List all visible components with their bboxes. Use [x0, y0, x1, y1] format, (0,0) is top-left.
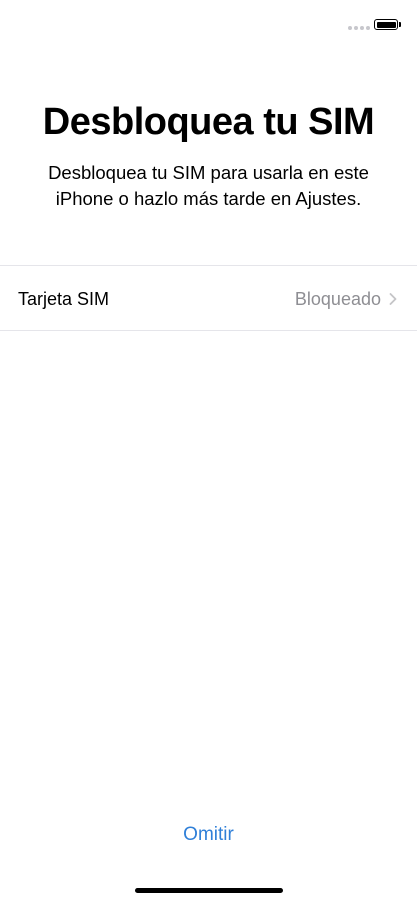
chevron-right-icon: [389, 293, 397, 305]
home-indicator[interactable]: [135, 888, 283, 893]
page-subtitle: Desbloquea tu SIM para usarla en este iP…: [48, 162, 369, 209]
status-bar: [0, 0, 417, 50]
sim-card-status: Bloqueado: [294, 289, 381, 309]
battery-tip: [399, 22, 401, 27]
sim-card-row[interactable]: Tarjeta SIM Bloqueado: [0, 265, 417, 331]
battery-icon: [374, 19, 398, 30]
page-title: Desbloquea tu SIM: [42, 101, 375, 143]
signal-icon: [348, 26, 370, 30]
sim-card-label: Tarjeta SIM: [18, 289, 110, 309]
skip-button[interactable]: Omitir: [0, 823, 417, 847]
